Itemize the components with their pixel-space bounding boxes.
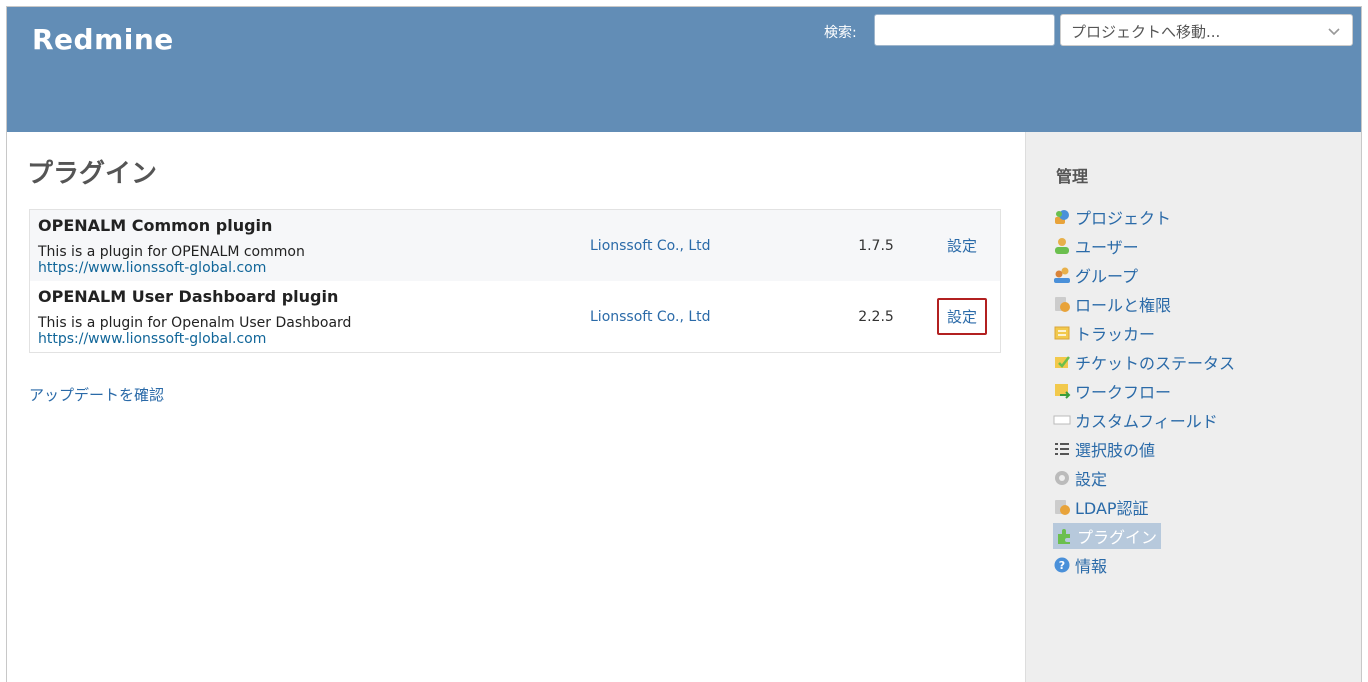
plugin-info: OPENALM Common plugin This is a plugin f… bbox=[30, 210, 583, 282]
roles-icon bbox=[1055, 296, 1070, 312]
sidebar-item-label: ロールと権限 bbox=[1075, 295, 1172, 315]
page-title: プラグイン bbox=[27, 159, 158, 189]
sidebar-title: 管理 bbox=[1056, 167, 1089, 186]
plugin-config-link[interactable]: 設定 bbox=[936, 298, 987, 335]
group-icon bbox=[1054, 267, 1070, 283]
issue-status-icon bbox=[1055, 355, 1070, 368]
sidebar-item-groups[interactable]: グループ bbox=[1053, 260, 1235, 289]
sidebar-item-label: チケットのステータス bbox=[1075, 353, 1236, 373]
sidebar-item-settings[interactable]: 設定 bbox=[1053, 463, 1235, 492]
svg-text:?: ? bbox=[1059, 559, 1065, 572]
sidebar-item-label: 選択肢の値 bbox=[1075, 440, 1156, 460]
main-content: プラグイン OPENALM Common plugin This is a pl… bbox=[7, 132, 1025, 682]
settings-icon bbox=[1055, 470, 1069, 485]
plugin-icon bbox=[1058, 528, 1070, 544]
sidebar-item-roles[interactable]: ロールと権限 bbox=[1053, 289, 1235, 318]
projects-icon bbox=[1055, 209, 1069, 224]
sidebar-item-workflows[interactable]: ワークフロー bbox=[1053, 376, 1235, 405]
sidebar-item-enumerations[interactable]: 選択肢の値 bbox=[1053, 434, 1235, 463]
custom-field-icon bbox=[1053, 415, 1071, 424]
plugin-name: OPENALM User Dashboard plugin bbox=[38, 286, 339, 306]
project-jump-label: プロジェクトへ移動... bbox=[1071, 23, 1221, 41]
info-icon: ? bbox=[1054, 557, 1070, 572]
plugins-table: OPENALM Common plugin This is a plugin f… bbox=[29, 209, 1001, 353]
plugin-config-link[interactable]: 設定 bbox=[937, 227, 987, 264]
selected-highlight: プラグイン bbox=[1053, 522, 1162, 549]
sidebar-item-trackers[interactable]: トラッカー bbox=[1053, 318, 1235, 347]
app-logo[interactable]: Redmine bbox=[32, 23, 174, 56]
sidebar-item-custom-fields[interactable]: カスタムフィールド bbox=[1053, 405, 1235, 434]
plugin-version: 1.7.5 bbox=[858, 237, 894, 254]
plugin-description: This is a plugin for OPENALM common bbox=[38, 243, 305, 260]
sidebar-item-label: ワークフロー bbox=[1075, 382, 1172, 402]
list-icon bbox=[1055, 442, 1069, 455]
plugin-config-cell: 設定 bbox=[924, 281, 1001, 353]
sidebar-item-plugins[interactable]: プラグイン bbox=[1053, 521, 1235, 550]
project-jump-select[interactable]: プロジェクトへ移動... bbox=[1060, 14, 1353, 46]
sidebar-item-label: プロジェクト bbox=[1075, 208, 1172, 228]
plugin-url-link[interactable]: https://www.lionssoft-global.com bbox=[38, 260, 574, 276]
app-window: Redmine 検索: プロジェクトへ移動... プラグイン OPENALM C… bbox=[6, 6, 1362, 682]
sidebar-item-label: プラグイン bbox=[1077, 527, 1158, 547]
plugin-url-link[interactable]: https://www.lionssoft-global.com bbox=[38, 331, 574, 347]
sidebar-item-users[interactable]: ユーザー bbox=[1053, 231, 1235, 260]
sidebar-item-info[interactable]: ? 情報 bbox=[1053, 550, 1235, 579]
table-row: OPENALM User Dashboard plugin This is a … bbox=[29, 281, 1001, 353]
sidebar-item-label: カスタムフィールド bbox=[1075, 411, 1218, 431]
plugin-version: 2.2.5 bbox=[858, 308, 894, 325]
ldap-icon bbox=[1055, 499, 1070, 515]
workflow-icon bbox=[1055, 383, 1071, 399]
sidebar-item-issue-statuses[interactable]: チケットのステータス bbox=[1053, 347, 1235, 376]
sidebar-item-label: ユーザー bbox=[1075, 237, 1139, 257]
user-icon bbox=[1055, 237, 1069, 254]
admin-sidebar: 管理 プロジェクト ユーザー グループ ロールと権限 トラッカー チケットのステ… bbox=[1025, 132, 1361, 682]
sidebar-item-label: グループ bbox=[1075, 266, 1139, 286]
sidebar-item-ldap[interactable]: LDAP認証 bbox=[1053, 492, 1235, 521]
sidebar-item-label: 情報 bbox=[1075, 556, 1108, 576]
admin-menu: プロジェクト ユーザー グループ ロールと権限 トラッカー チケットのステータス bbox=[1053, 202, 1235, 579]
chevron-down-icon bbox=[1328, 28, 1340, 36]
plugin-author-link[interactable]: Lionssoft Co., Ltd bbox=[582, 281, 828, 353]
plugin-author-link[interactable]: Lionssoft Co., Ltd bbox=[582, 210, 828, 282]
top-header: Redmine 検索: プロジェクトへ移動... bbox=[7, 7, 1361, 132]
sidebar-item-label: 設定 bbox=[1075, 469, 1108, 489]
search-input[interactable] bbox=[874, 14, 1055, 46]
plugin-config-cell: 設定 bbox=[924, 210, 1001, 282]
sidebar-item-label: LDAP認証 bbox=[1075, 498, 1149, 518]
table-row: OPENALM Common plugin This is a plugin f… bbox=[29, 209, 1001, 282]
plugin-name: OPENALM Common plugin bbox=[38, 215, 273, 235]
sidebar-item-projects[interactable]: プロジェクト bbox=[1053, 202, 1235, 231]
sidebar-item-label: トラッカー bbox=[1075, 324, 1156, 344]
plugin-description: This is a plugin for Openalm User Dashbo… bbox=[38, 314, 352, 331]
tracker-icon bbox=[1054, 326, 1070, 339]
plugin-info: OPENALM User Dashboard plugin This is a … bbox=[30, 281, 583, 353]
search-label: 検索: bbox=[824, 25, 857, 41]
check-updates-link[interactable]: アップデートを確認 bbox=[29, 384, 164, 405]
